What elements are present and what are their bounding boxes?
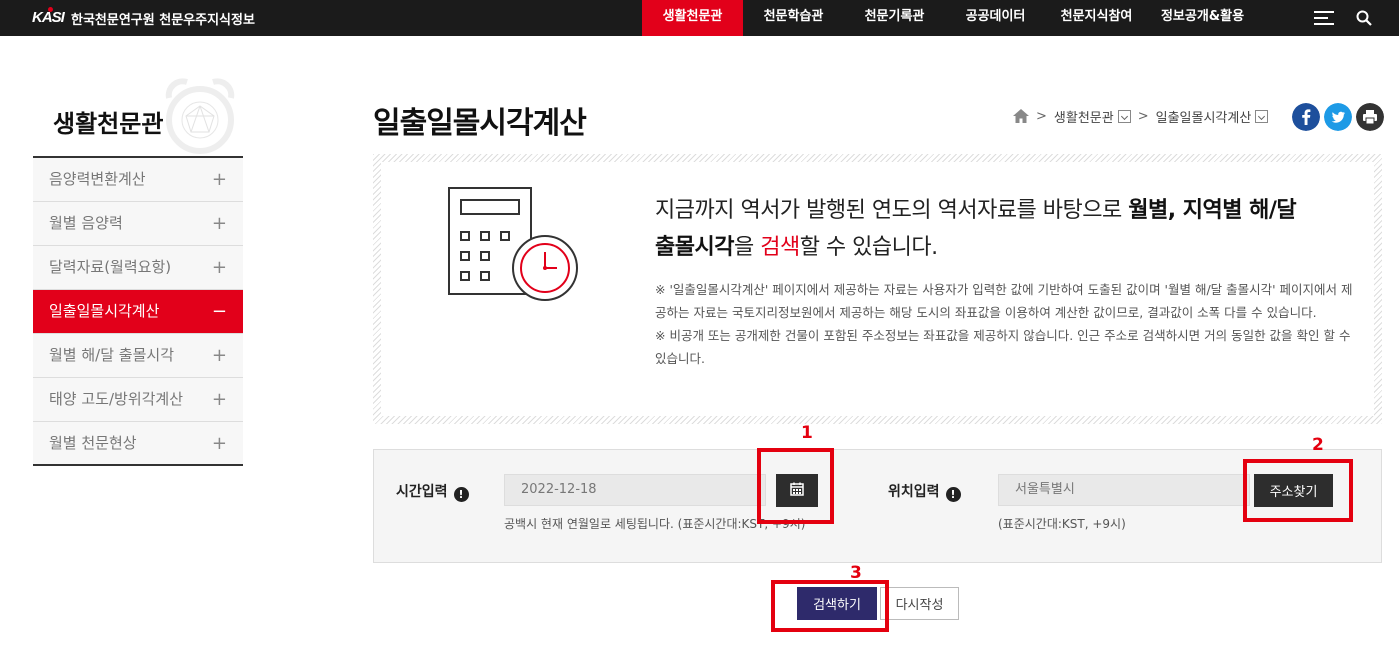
location-input-label: 위치입력! bbox=[888, 481, 961, 502]
sidebar-item-label: 음양력변환계산 bbox=[49, 170, 146, 188]
sidebar-item-sunrise-sunset[interactable]: 일출일몰시각계산 − bbox=[33, 290, 243, 334]
annotation-box-2 bbox=[1243, 459, 1353, 522]
info-lead-bold: 출몰시각 bbox=[655, 235, 734, 260]
home-icon[interactable] bbox=[1013, 109, 1029, 123]
info-lead-part: 지금까지 역서가 발행된 연도의 역서자료를 바탕으로 bbox=[655, 198, 1129, 223]
info-lead-text: 지금까지 역서가 발행된 연도의 역서자료를 바탕으로 월별, 지역별 해/달 … bbox=[655, 192, 1355, 266]
info-lead-bold: 월별, 지역별 해/달 bbox=[1128, 198, 1297, 223]
breadcrumb-item[interactable]: 일출일몰시각계산 bbox=[1156, 107, 1252, 126]
nav-item-life-astronomy[interactable]: 생활천문관 bbox=[642, 0, 743, 36]
breadcrumb-item[interactable]: 생활천문관 bbox=[1054, 107, 1114, 126]
top-navigation-bar: KASI 한국천문연구원 천문우주지식정보 생활천문관 천문학습관 천문기록관 … bbox=[0, 0, 1399, 36]
plus-icon: + bbox=[211, 213, 227, 234]
plus-icon: + bbox=[211, 257, 227, 278]
info-note: ※ '일출일몰시각계산' 페이지에서 제공하는 자료는 사용자가 입력한 값에 … bbox=[655, 282, 1353, 320]
time-label-text: 시간입력 bbox=[396, 484, 448, 500]
date-input[interactable]: 2022-12-18 bbox=[504, 474, 766, 506]
info-box-inner: 지금까지 역서가 발행된 연도의 역서자료를 바탕으로 월별, 지역별 해/달 … bbox=[381, 162, 1374, 416]
location-hint: (표준시간대:KST, +9시) bbox=[998, 517, 1126, 531]
twitter-icon[interactable] bbox=[1324, 103, 1352, 131]
sidebar-item-label: 월별 해/달 출몰시각 bbox=[49, 346, 174, 364]
info-exclamation-icon[interactable]: ! bbox=[945, 487, 961, 502]
sidebar-header: 생활천문관 bbox=[33, 76, 243, 156]
sidebar-menu: 음양력변환계산 + 월별 음양력 + 달력자료(월력요항) + 일출일몰시각계산 − 월… bbox=[33, 156, 243, 466]
location-label-text: 위치입력 bbox=[888, 484, 940, 500]
search-form: 시간입력! 2022-12-18 공백시 현재 연월일로 세팅됩니다. (표준시… bbox=[373, 449, 1382, 563]
info-exclamation-icon[interactable]: ! bbox=[453, 487, 469, 502]
page-title: 일출일몰시각계산 bbox=[373, 106, 587, 141]
annotation-number-1: 1 bbox=[801, 423, 813, 443]
sidebar-item-monthly-rise-set[interactable]: 월별 해/달 출몰시각 + bbox=[33, 334, 243, 378]
info-box: 지금까지 역서가 발행된 연도의 역서자료를 바탕으로 월별, 지역별 해/달 … bbox=[373, 154, 1382, 424]
sidebar-item-lunar-solar-conversion[interactable]: 음양력변환계산 + bbox=[33, 158, 243, 202]
annotation-box-1 bbox=[757, 448, 834, 524]
sidebar-item-monthly-calendar[interactable]: 월별 음양력 + bbox=[33, 202, 243, 246]
sidebar-item-label: 월별 천문현상 bbox=[49, 434, 137, 452]
calculator-clock-icon bbox=[448, 187, 578, 301]
chevron-down-icon[interactable] bbox=[1255, 109, 1269, 123]
nav-item-learning[interactable]: 천문학습관 bbox=[743, 0, 844, 36]
sidebar-item-label: 일출일몰시각계산 bbox=[49, 302, 160, 320]
nav-item-open-info[interactable]: 정보공개&활용 bbox=[1147, 0, 1258, 36]
nav-item-participation[interactable]: 천문지식참여 bbox=[1046, 0, 1147, 36]
time-input-label: 시간입력! bbox=[396, 481, 469, 502]
nav-item-records[interactable]: 천문기록관 bbox=[844, 0, 945, 36]
info-notes: ※ '일출일몰시각계산' 페이지에서 제공하는 자료는 사용자가 입력한 값에 … bbox=[655, 278, 1355, 370]
hamburger-menu-icon[interactable] bbox=[1314, 11, 1334, 25]
search-icon[interactable] bbox=[1356, 10, 1372, 26]
info-note: ※ 비공개 또는 공개제한 건물이 포함된 주소정보는 좌표값을 제공하지 않습… bbox=[655, 328, 1351, 366]
sidebar-item-label: 태양 고도/방위각계산 bbox=[49, 390, 184, 408]
sidebar-item-calendar-data[interactable]: 달력자료(월력요항) + bbox=[33, 246, 243, 290]
sidebar-item-monthly-phenomena[interactable]: 월별 천문현상 + bbox=[33, 422, 243, 466]
print-icon[interactable] bbox=[1356, 103, 1384, 131]
annotation-box-3 bbox=[771, 580, 889, 632]
minus-icon: − bbox=[211, 301, 227, 322]
info-lead-highlight: 검색 bbox=[760, 235, 800, 260]
logo-text: KASI bbox=[32, 9, 65, 26]
facebook-icon[interactable] bbox=[1292, 103, 1320, 131]
sidebar-item-label: 월별 음양력 bbox=[49, 214, 123, 232]
nav-item-public-data[interactable]: 공공데이터 bbox=[945, 0, 1046, 36]
breadcrumb: > 생활천문관 > 일출일몰시각계산 bbox=[1013, 106, 1269, 126]
sidebar-title: 생활천문관 bbox=[53, 110, 164, 138]
logo-dot-icon bbox=[48, 7, 53, 12]
plus-icon: + bbox=[211, 389, 227, 410]
sidebar-item-label: 달력자료(월력요항) bbox=[49, 258, 172, 276]
annotation-number-2: 2 bbox=[1312, 435, 1324, 455]
info-lead-part: 을 bbox=[733, 235, 761, 260]
main-menu: 생활천문관 천문학습관 천문기록관 공공데이터 천문지식참여 정보공개&활용 bbox=[642, 0, 1258, 36]
alarm-clock-icon bbox=[165, 78, 235, 154]
reset-button[interactable]: 다시작성 bbox=[880, 587, 959, 620]
chevron-right-icon: > bbox=[1137, 108, 1149, 124]
plus-icon: + bbox=[211, 345, 227, 366]
info-lead-part: 할 수 있습니다. bbox=[799, 235, 938, 260]
chevron-down-icon[interactable] bbox=[1117, 109, 1131, 123]
plus-icon: + bbox=[211, 169, 227, 190]
location-input[interactable]: 서울특별시 bbox=[998, 474, 1250, 506]
plus-icon: + bbox=[211, 433, 227, 454]
chevron-right-icon: > bbox=[1036, 108, 1047, 124]
site-name[interactable]: 한국천문연구원 천문우주지식정보 bbox=[71, 9, 255, 28]
sidebar-item-solar-altitude[interactable]: 태양 고도/방위각계산 + bbox=[33, 378, 243, 422]
